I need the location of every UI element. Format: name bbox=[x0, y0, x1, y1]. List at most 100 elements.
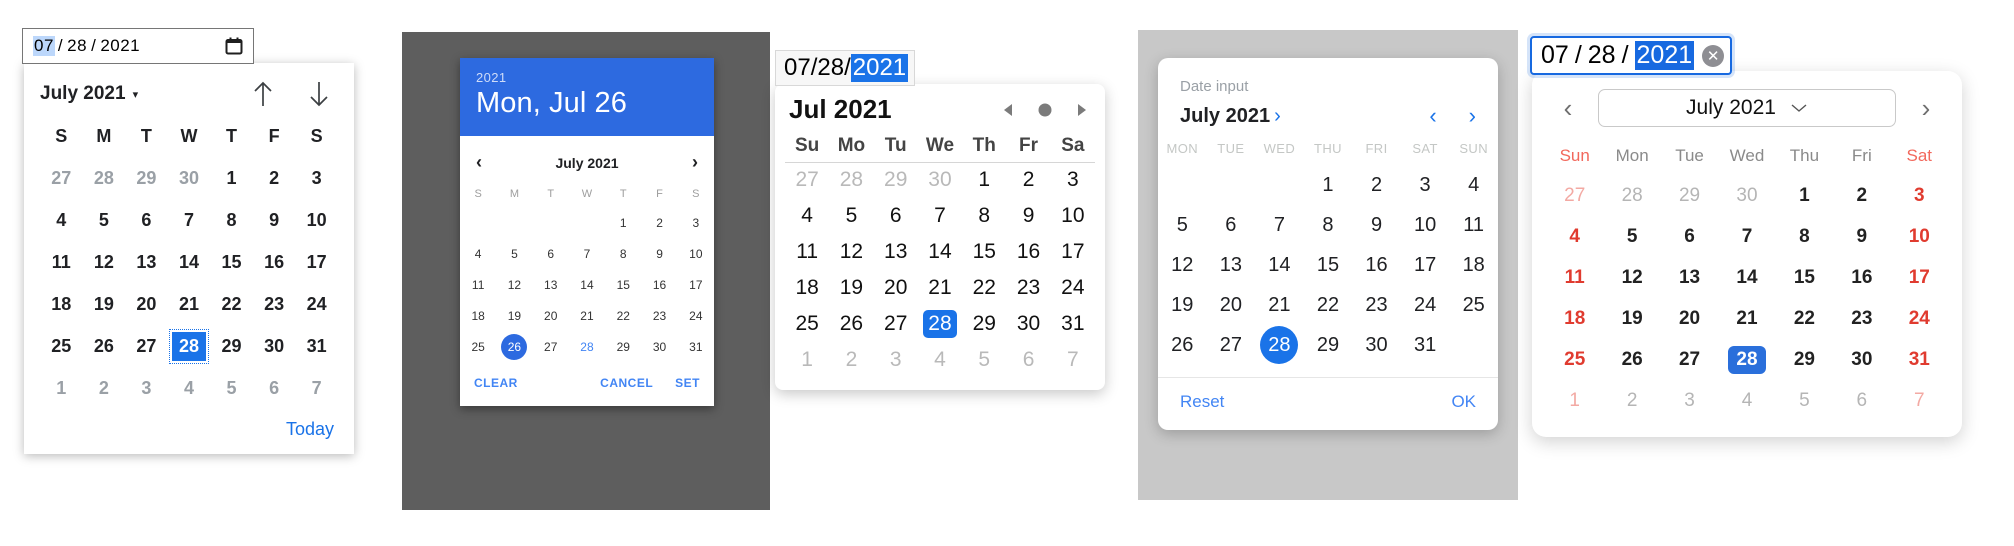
day-cell[interactable]: 1 bbox=[1304, 165, 1353, 205]
day-cell[interactable]: 1 bbox=[785, 342, 829, 378]
day-cell[interactable]: 30 bbox=[1833, 339, 1890, 380]
date-segment-month[interactable]: 07 bbox=[1541, 41, 1569, 70]
day-cell[interactable]: 11 bbox=[1449, 205, 1498, 245]
day-cell[interactable]: 20 bbox=[874, 270, 918, 306]
day-cell[interactable]: 3 bbox=[295, 157, 338, 199]
day-cell[interactable]: 29 bbox=[125, 157, 168, 199]
day-cell-selected[interactable]: 26 bbox=[496, 331, 532, 362]
day-cell[interactable]: 8 bbox=[605, 238, 641, 269]
date-segment-month[interactable]: 07 bbox=[33, 36, 55, 56]
day-cell[interactable]: 25 bbox=[785, 306, 829, 342]
day-cell[interactable]: 2 bbox=[1833, 175, 1890, 216]
day-cell[interactable]: 11 bbox=[1546, 257, 1603, 298]
day-cell[interactable]: 16 bbox=[1006, 234, 1050, 270]
chevron-right-icon[interactable]: › bbox=[1469, 103, 1476, 129]
day-cell[interactable]: 14 bbox=[1718, 257, 1775, 298]
day-cell[interactable]: 18 bbox=[40, 283, 83, 325]
day-cell[interactable]: 1 bbox=[210, 157, 253, 199]
month-year-label[interactable]: July 2021 bbox=[40, 83, 126, 105]
day-cell[interactable]: 9 bbox=[1006, 198, 1050, 234]
day-cell[interactable]: 15 bbox=[1776, 257, 1833, 298]
day-cell[interactable]: 23 bbox=[1833, 298, 1890, 339]
day-cell[interactable]: 31 bbox=[1051, 306, 1095, 342]
day-cell[interactable]: 29 bbox=[1776, 339, 1833, 380]
day-cell[interactable]: 27 bbox=[1546, 175, 1603, 216]
clear-button[interactable]: CLEAR bbox=[474, 376, 518, 390]
day-cell[interactable]: 10 bbox=[1051, 198, 1095, 234]
day-cell[interactable]: 7 bbox=[168, 199, 211, 241]
day-cell[interactable]: 23 bbox=[253, 283, 296, 325]
month-year-select[interactable]: July 2021 bbox=[1598, 89, 1896, 127]
day-cell[interactable]: 5 bbox=[83, 199, 126, 241]
chevron-right-icon[interactable]: › bbox=[1912, 93, 1940, 124]
day-cell[interactable]: 30 bbox=[1352, 325, 1401, 365]
day-cell[interactable]: 13 bbox=[1661, 257, 1718, 298]
day-cell[interactable]: 6 bbox=[533, 238, 569, 269]
day-cell[interactable]: 3 bbox=[1051, 162, 1095, 198]
day-cell[interactable]: 19 bbox=[1158, 285, 1207, 325]
day-cell[interactable]: 21 bbox=[569, 300, 605, 331]
chevron-left-icon[interactable]: ‹ bbox=[1429, 103, 1436, 129]
day-cell[interactable]: 29 bbox=[874, 162, 918, 198]
day-cell[interactable]: 1 bbox=[40, 367, 83, 409]
day-cell[interactable]: 22 bbox=[210, 283, 253, 325]
day-cell[interactable]: 29 bbox=[962, 306, 1006, 342]
day-cell[interactable]: 13 bbox=[874, 234, 918, 270]
day-cell[interactable]: 2 bbox=[1603, 380, 1660, 421]
day-cell[interactable]: 6 bbox=[1833, 380, 1890, 421]
day-cell[interactable]: 30 bbox=[918, 162, 962, 198]
day-cell[interactable]: 22 bbox=[1776, 298, 1833, 339]
day-cell[interactable]: 4 bbox=[40, 199, 83, 241]
day-cell[interactable]: 24 bbox=[1401, 285, 1450, 325]
day-cell[interactable]: 26 bbox=[1603, 339, 1660, 380]
day-cell[interactable]: 23 bbox=[1352, 285, 1401, 325]
day-cell[interactable]: 5 bbox=[962, 342, 1006, 378]
day-cell[interactable]: 1 bbox=[962, 162, 1006, 198]
day-cell[interactable]: 4 bbox=[1449, 165, 1498, 205]
day-cell[interactable]: 11 bbox=[40, 241, 83, 283]
day-cell[interactable]: 15 bbox=[1304, 245, 1353, 285]
day-cell[interactable]: 16 bbox=[1352, 245, 1401, 285]
day-cell[interactable]: 15 bbox=[962, 234, 1006, 270]
day-cell[interactable]: 29 bbox=[605, 331, 641, 362]
chrome-date-input[interactable]: 07 / 28 / 2021 bbox=[22, 28, 254, 64]
day-cell[interactable]: 29 bbox=[1661, 175, 1718, 216]
day-cell[interactable]: 26 bbox=[1158, 325, 1207, 365]
day-cell[interactable]: 5 bbox=[1603, 216, 1660, 257]
day-cell[interactable]: 14 bbox=[918, 234, 962, 270]
day-cell[interactable]: 13 bbox=[1207, 245, 1256, 285]
day-cell[interactable]: 6 bbox=[874, 198, 918, 234]
day-cell[interactable]: 16 bbox=[641, 269, 677, 300]
day-cell[interactable]: 23 bbox=[1006, 270, 1050, 306]
day-cell[interactable]: 20 bbox=[1661, 298, 1718, 339]
day-cell[interactable]: 24 bbox=[295, 283, 338, 325]
day-cell[interactable]: 1 bbox=[1546, 380, 1603, 421]
day-cell[interactable]: 5 bbox=[496, 238, 532, 269]
day-cell[interactable]: 27 bbox=[1661, 339, 1718, 380]
day-cell[interactable]: 17 bbox=[295, 241, 338, 283]
calendar-icon[interactable] bbox=[223, 35, 245, 57]
day-cell[interactable]: 27 bbox=[785, 162, 829, 198]
day-cell[interactable]: 22 bbox=[1304, 285, 1353, 325]
date-segment-year[interactable]: 2021 bbox=[850, 54, 909, 82]
day-cell[interactable]: 2 bbox=[1352, 165, 1401, 205]
date-segment-day[interactable]: 28 bbox=[66, 36, 88, 56]
date-segment-month[interactable]: 07 bbox=[784, 54, 811, 82]
set-button[interactable]: SET bbox=[675, 376, 700, 390]
day-cell[interactable]: 30 bbox=[1006, 306, 1050, 342]
day-cell[interactable]: 3 bbox=[874, 342, 918, 378]
day-cell[interactable]: 20 bbox=[533, 300, 569, 331]
day-cell[interactable]: 7 bbox=[918, 198, 962, 234]
chevron-left-icon[interactable]: ‹ bbox=[476, 152, 494, 173]
header-year[interactable]: 2021 bbox=[476, 70, 698, 85]
day-cell[interactable]: 31 bbox=[1891, 339, 1948, 380]
day-cell[interactable]: 3 bbox=[1661, 380, 1718, 421]
day-cell[interactable]: 8 bbox=[1776, 216, 1833, 257]
circle-icon[interactable] bbox=[1035, 100, 1055, 120]
day-cell-selected[interactable]: 28 bbox=[918, 306, 962, 342]
day-cell[interactable]: 22 bbox=[605, 300, 641, 331]
day-cell[interactable]: 14 bbox=[569, 269, 605, 300]
day-cell-selected[interactable]: 28 bbox=[1255, 325, 1304, 365]
day-cell[interactable]: 8 bbox=[962, 198, 1006, 234]
day-cell[interactable]: 26 bbox=[829, 306, 873, 342]
